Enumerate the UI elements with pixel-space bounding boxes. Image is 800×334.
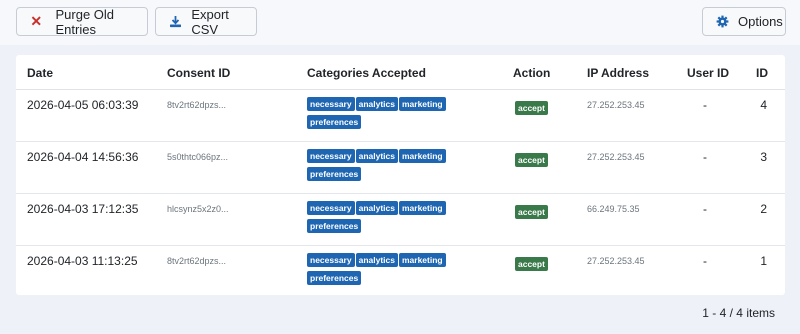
user-id-cell: - [703,202,707,216]
categories-cell: necessary analytics marketing preferences [307,97,457,133]
category-badge: analytics [355,201,398,215]
category-badge: marketing [398,201,446,215]
category-badge: necessary [307,201,355,215]
action-badge: accept [515,257,548,271]
date-cell: 2026-04-04 14:56:36 [27,150,139,164]
column-header-ip-address[interactable]: IP Address [587,66,649,80]
user-id-cell: - [703,98,707,112]
pagination-summary: 1 - 4 / 4 items [702,306,775,320]
download-icon [169,15,182,29]
column-header-user-id[interactable]: User ID [687,66,729,80]
category-badge: preferences [307,271,362,285]
category-badge: necessary [307,253,355,267]
date-cell: 2026-04-03 11:13:25 [27,254,138,268]
ip-address-cell: 27.252.253.45 [587,152,645,162]
id-cell: 1 [760,254,767,268]
action-cell: accept [515,254,548,272]
category-badge: analytics [355,97,398,111]
options-button[interactable]: Options [702,7,786,36]
toolbar: ✕ Purge Old Entries Export CSV Options [0,0,800,45]
user-id-cell: - [703,150,707,164]
ip-address-cell: 27.252.253.45 [587,256,645,266]
action-badge: accept [515,205,548,219]
category-badge: marketing [398,149,446,163]
table-header: Date Consent ID Categories Accepted Acti… [16,55,785,90]
action-badge: accept [515,101,548,115]
id-cell: 4 [760,98,767,112]
column-header-consent-id[interactable]: Consent ID [167,66,230,80]
column-header-date[interactable]: Date [27,66,53,80]
action-cell: accept [515,98,548,116]
category-badge: preferences [307,167,362,181]
date-cell: 2026-04-03 17:12:35 [27,202,139,216]
table-row: 2026-04-05 06:03:39 8tv2rt62dpzs... nece… [16,90,785,142]
table-row: 2026-04-03 11:13:25 8tv2rt62dpzs... nece… [16,246,785,298]
id-cell: 3 [760,150,767,164]
category-badge: marketing [398,97,446,111]
category-badge: preferences [307,219,362,233]
action-cell: accept [515,202,548,220]
options-label: Options [738,14,783,29]
consent-id-cell: hlcsynz5x2z0... [167,204,229,214]
column-header-categories[interactable]: Categories Accepted [307,66,426,80]
ip-address-cell: 66.249.75.35 [587,204,640,214]
close-icon: ✕ [30,13,43,29]
category-badge: preferences [307,115,362,129]
category-badge: necessary [307,97,355,111]
purge-old-entries-button[interactable]: ✕ Purge Old Entries [16,6,148,37]
column-header-action[interactable]: Action [513,66,550,80]
ip-address-cell: 27.252.253.45 [587,100,645,110]
action-cell: accept [515,150,548,168]
action-badge: accept [515,153,548,167]
consent-id-cell: 5s0thtc066pz... [167,152,229,162]
export-csv-label: Export CSV [191,6,229,37]
categories-cell: necessary analytics marketing preferences [307,149,457,185]
consent-id-cell: 8tv2rt62dpzs... [167,100,227,110]
consent-log-table: Date Consent ID Categories Accepted Acti… [16,55,785,295]
category-badge: analytics [355,149,398,163]
id-cell: 2 [760,202,767,216]
category-badge: necessary [307,149,355,163]
table-row: 2026-04-03 17:12:35 hlcsynz5x2z0... nece… [16,194,785,246]
categories-cell: necessary analytics marketing preferences [307,253,457,289]
category-badge: analytics [355,253,398,267]
purge-old-entries-label: Purge Old Entries [55,6,115,37]
date-cell: 2026-04-05 06:03:39 [27,98,139,112]
table-row: 2026-04-04 14:56:36 5s0thtc066pz... nece… [16,142,785,194]
column-header-id[interactable]: ID [756,66,768,80]
gear-icon [715,15,729,29]
user-id-cell: - [703,254,707,268]
export-csv-button[interactable]: Export CSV [155,6,257,37]
category-badge: marketing [398,253,446,267]
categories-cell: necessary analytics marketing preferences [307,201,457,237]
consent-id-cell: 8tv2rt62dpzs... [167,256,227,266]
